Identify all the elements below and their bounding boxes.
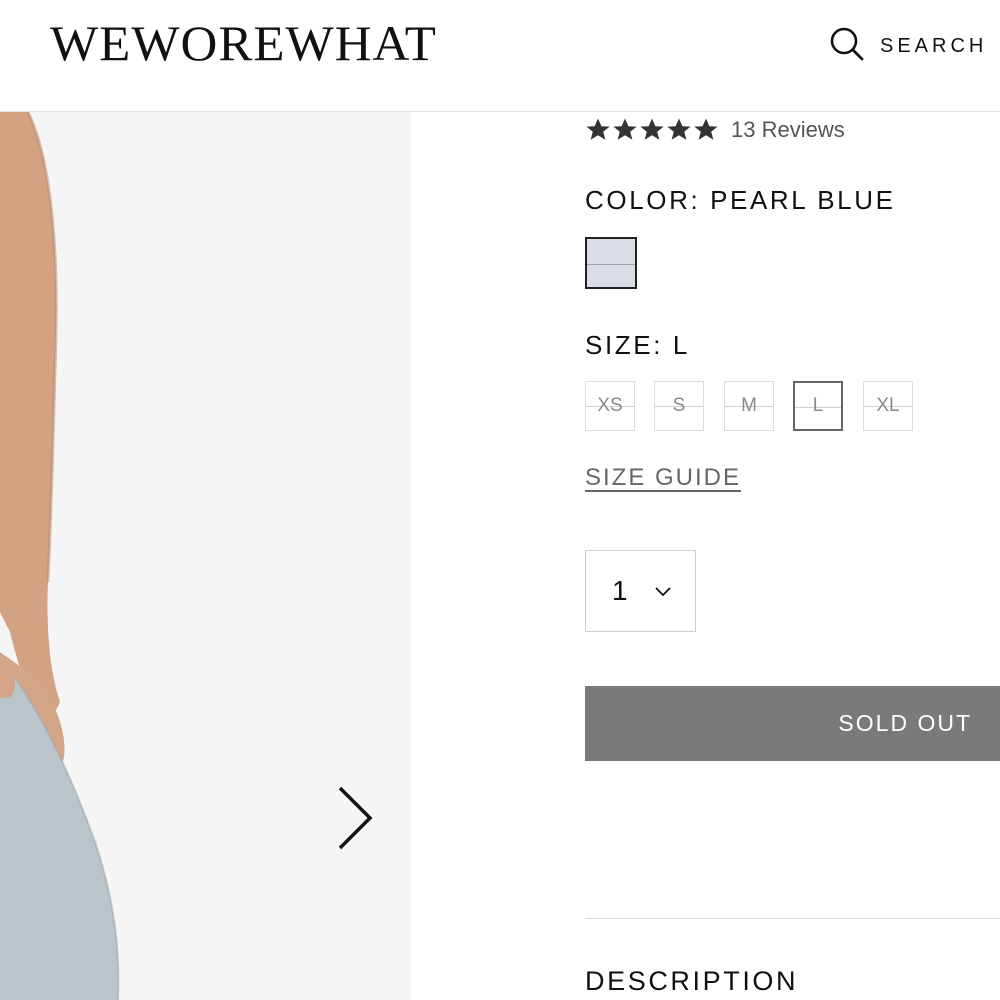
site-logo[interactable]: WEWOREWHAT [50, 14, 437, 72]
size-option-xl[interactable]: XL [863, 381, 913, 431]
product-image-gallery [0, 112, 411, 1000]
size-option-s[interactable]: S [654, 381, 704, 431]
quantity-select[interactable]: 1 [585, 550, 696, 632]
color-label: COLOR: PEARL BLUE [585, 185, 896, 215]
sold-out-label: SOLD OUT [838, 710, 972, 736]
product-photo [0, 112, 120, 1000]
reviews-link[interactable]: 13 Reviews [731, 117, 845, 143]
size-option-m[interactable]: M [724, 381, 774, 431]
star-rating [585, 117, 719, 143]
search-icon [830, 27, 864, 66]
sold-out-button[interactable]: SOLD OUT [585, 686, 1000, 761]
search-button[interactable]: SEARCH [830, 26, 987, 66]
star-icon [640, 118, 664, 140]
product-rating[interactable]: 13 Reviews [585, 115, 845, 145]
description-heading[interactable]: DESCRIPTION [585, 966, 798, 997]
star-icon [613, 118, 637, 140]
next-image-button[interactable] [330, 780, 380, 860]
quantity-value: 1 [612, 575, 628, 606]
site-header: WEWOREWHAT SEARCH [0, 0, 1000, 112]
size-option-l[interactable]: L [793, 381, 843, 431]
search-label: SEARCH [880, 34, 988, 57]
section-divider [585, 918, 1000, 919]
chevron-right-icon [338, 786, 373, 850]
color-swatch-pearl-blue[interactable] [585, 237, 637, 289]
star-icon [586, 118, 610, 140]
size-label: SIZE: L [585, 330, 690, 360]
chevron-down-icon [654, 585, 672, 603]
star-icon [667, 118, 691, 140]
size-option-label: XS [597, 395, 623, 416]
swatch-divider [587, 264, 635, 265]
size-option-label: XL [876, 395, 900, 416]
size-guide-link[interactable]: SIZE GUIDE [585, 464, 741, 492]
size-option-label: L [812, 395, 824, 416]
size-option-xs[interactable]: XS [585, 381, 635, 431]
product-page: WEWOREWHAT SEARCH 13 Reviews COLOR: PEAR… [0, 0, 1000, 1000]
star-icon [694, 118, 718, 140]
size-option-label: M [741, 395, 757, 416]
size-option-label: S [672, 395, 686, 416]
